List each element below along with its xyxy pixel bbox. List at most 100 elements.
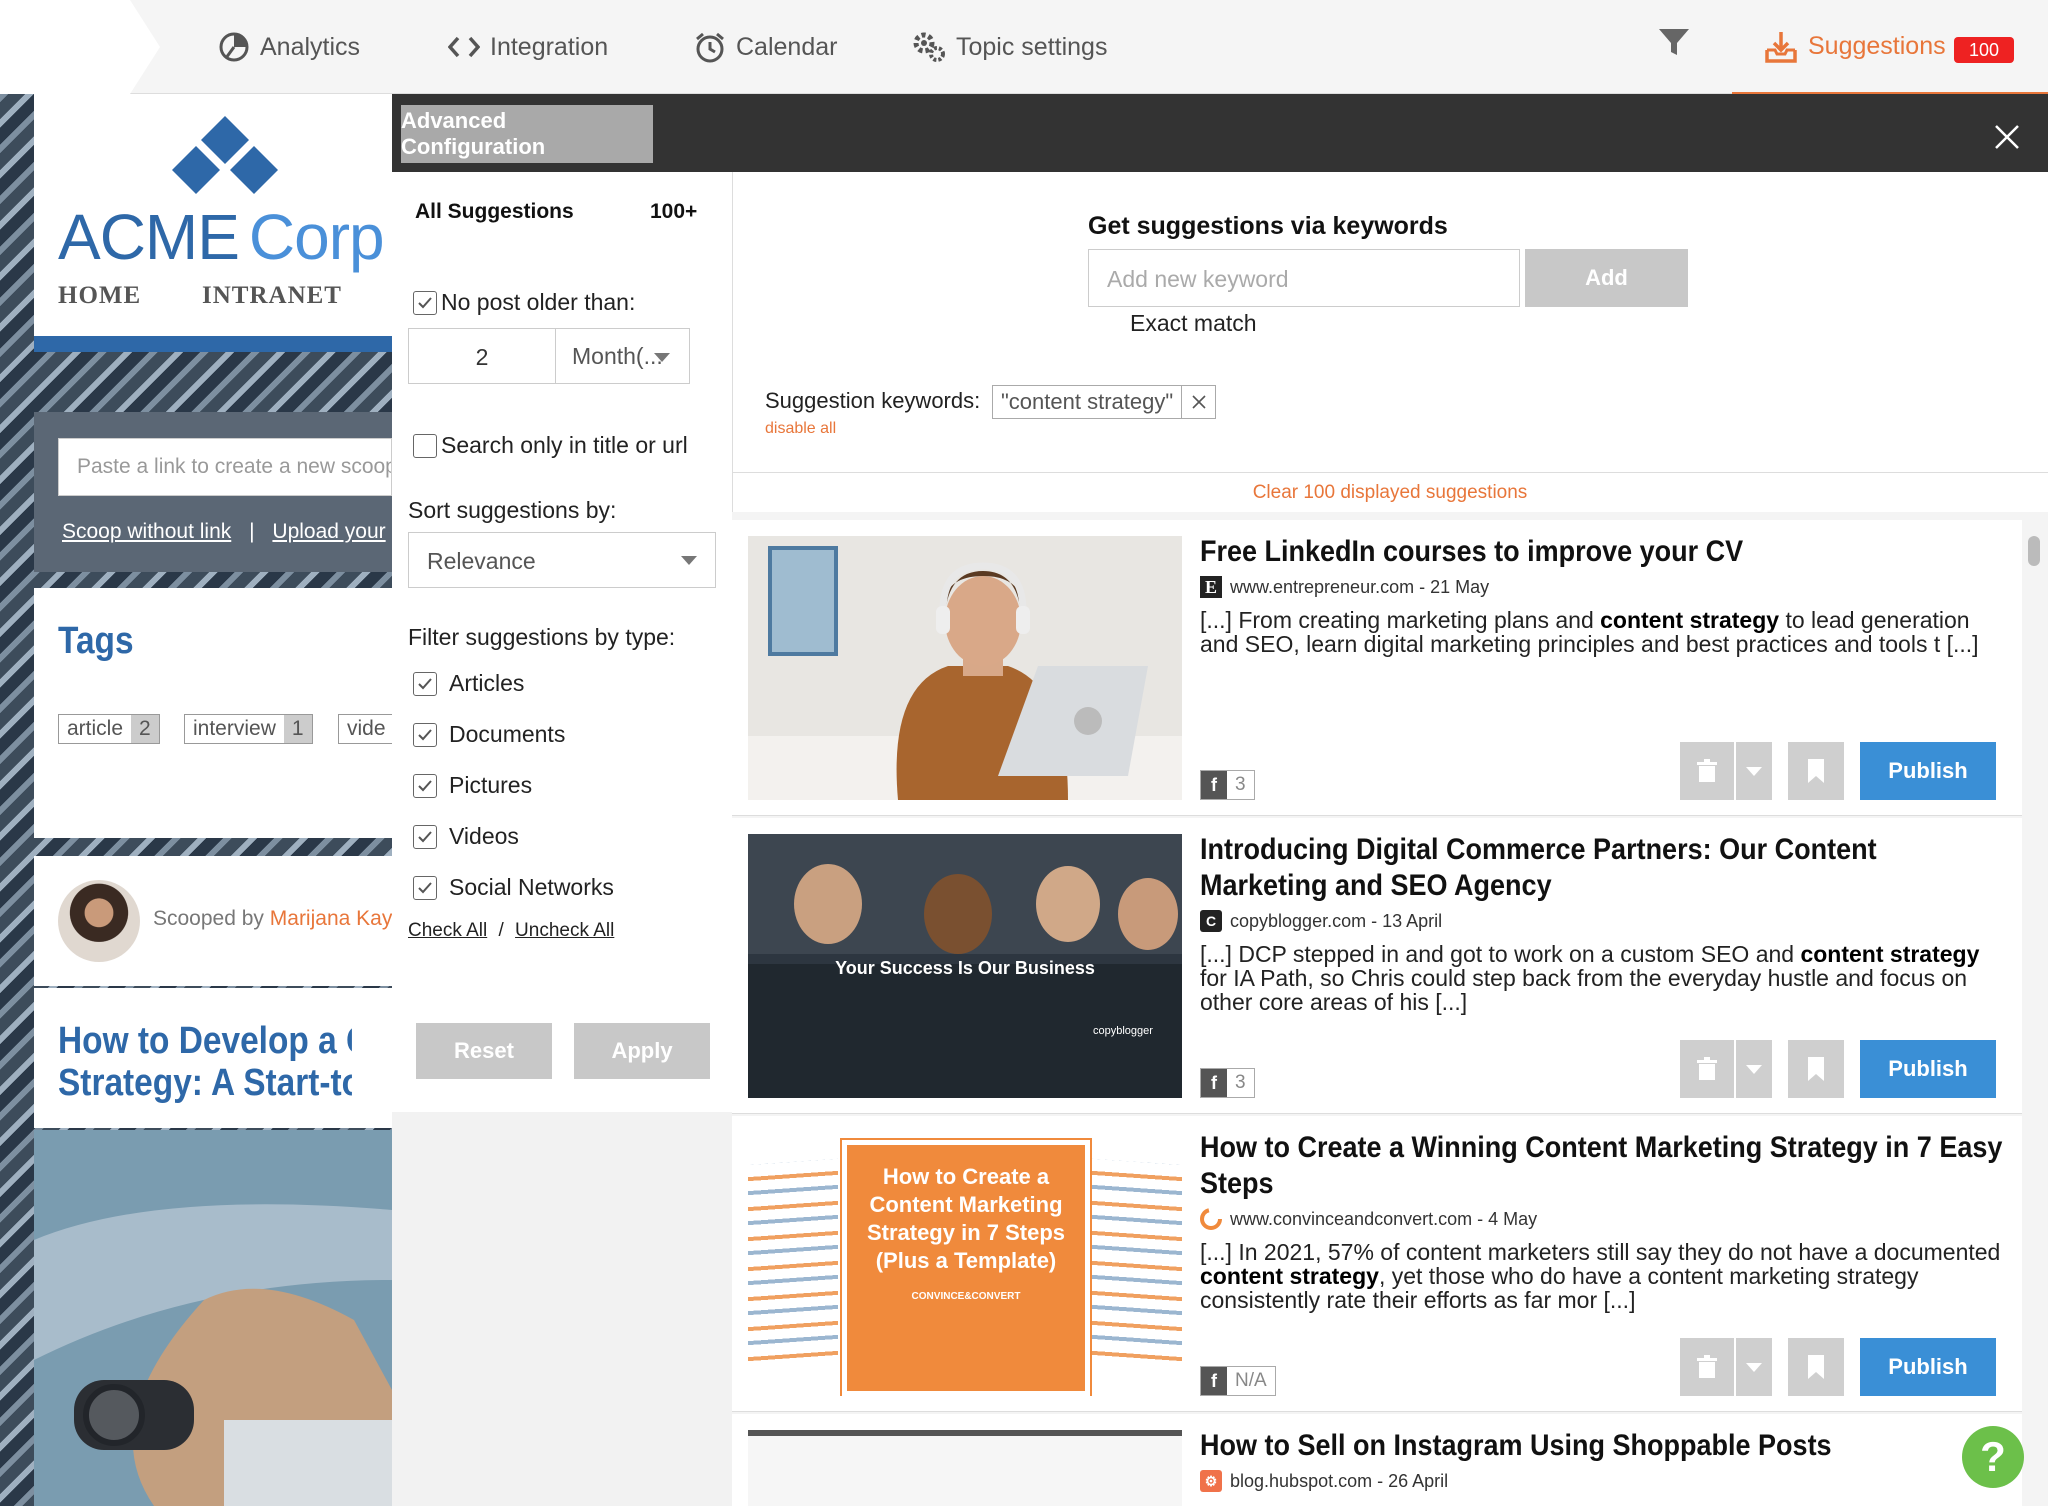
checkbox-videos[interactable] (413, 824, 437, 849)
tag-chip[interactable]: article 2 (58, 714, 160, 744)
suggestion-title[interactable]: How to Sell on Instagram Using Shoppable… (1200, 1428, 2006, 1464)
nav-topic-settings[interactable]: Topic settings (912, 22, 1107, 72)
curator-name[interactable]: Marijana Kay (270, 907, 393, 930)
keyword-input[interactable]: Add new keyword (1088, 249, 1520, 307)
more-options-button[interactable] (1736, 742, 1772, 800)
source-text[interactable]: www.convinceandconvert.com - 4 May (1230, 1209, 1537, 1230)
tag-count: 1 (283, 715, 312, 743)
tag-label: vide (347, 717, 386, 740)
nav-analytics-label: Analytics (260, 32, 361, 61)
no-post-older-checkbox[interactable] (413, 290, 437, 315)
delete-button[interactable] (1680, 1040, 1734, 1098)
template-page-right (1092, 1158, 1182, 1366)
sort-select[interactable]: Relevance (408, 532, 716, 588)
delete-button[interactable] (1680, 1338, 1734, 1396)
nav-integration[interactable]: Integration (448, 22, 608, 72)
bookmark-button[interactable] (1788, 742, 1844, 800)
checkbox-articles[interactable] (413, 671, 437, 696)
search-title-url-label: Search only in title or url (441, 432, 688, 458)
alarm-clock-icon (696, 32, 724, 63)
check-uncheck-links: Check All / Uncheck All (408, 920, 614, 942)
trash-icon (1697, 759, 1717, 782)
suggestion-source: ⚙ blog.hubspot.com - 26 April (1200, 1470, 1448, 1492)
bookmark-button[interactable] (1788, 1338, 1844, 1396)
disable-all-link[interactable]: disable all (765, 420, 836, 438)
keywords-divider (732, 472, 2048, 473)
suggestion-title[interactable]: How to Create a Winning Content Marketin… (1200, 1130, 2006, 1202)
apply-button[interactable]: Apply (574, 1023, 710, 1079)
type-filter-pictures[interactable]: Pictures (413, 772, 532, 799)
suggestion-title[interactable]: Introducing Digital Commerce Partners: O… (1200, 832, 2006, 904)
logo-corp: Corp (248, 201, 385, 273)
logo-intranet[interactable]: INTRANET (202, 282, 342, 310)
type-filter-videos[interactable]: Videos (413, 823, 519, 850)
logo-home[interactable]: HOME (58, 282, 141, 310)
advanced-configuration-button[interactable]: Advanced Configuration (401, 105, 653, 163)
checkbox-social-networks[interactable] (413, 875, 437, 900)
paste-link-input[interactable]: Paste a link to create a new scoop (58, 438, 392, 496)
tag-chip[interactable]: vide (338, 714, 392, 744)
scooped-by-text: Scooped by Marijana Kay (153, 907, 392, 931)
logo-wordmark: ACME Corp (58, 200, 385, 274)
delete-button[interactable] (1680, 742, 1734, 800)
nav-calendar-label: Calendar (736, 32, 838, 61)
thumbnail-brand: CONVINCE&CONVERT (911, 1291, 1021, 1302)
link-separator: | (249, 520, 255, 543)
suggestions-scrollbar[interactable] (2028, 536, 2040, 566)
search-title-url-checkbox[interactable] (413, 433, 437, 458)
age-number-input[interactable]: 2 (408, 328, 556, 384)
publish-button[interactable]: Publish (1860, 742, 1996, 800)
source-text[interactable]: blog.hubspot.com - 26 April (1230, 1471, 1448, 1492)
uncheck-all-link[interactable]: Uncheck All (515, 920, 614, 941)
clear-suggestions-link[interactable]: Clear 100 displayed suggestions (732, 482, 2048, 504)
nav-suggestions-tab[interactable]: Suggestions 100 (1732, 0, 2048, 97)
article-title[interactable]: How to Develop a Co Strategy: A Start-to… (58, 1020, 352, 1104)
checkbox-pictures[interactable] (413, 773, 437, 798)
keywords-title: Get suggestions via keywords (1088, 212, 1448, 240)
sort-value: Relevance (427, 548, 536, 574)
type-filter-articles[interactable]: Articles (413, 670, 524, 697)
nav-calendar[interactable]: Calendar (694, 22, 837, 72)
type-label: Videos (449, 823, 519, 849)
upload-link[interactable]: Upload your (272, 520, 385, 543)
help-button[interactable]: ? (1962, 1426, 2024, 1488)
exact-match-label[interactable]: Exact match (1130, 310, 1257, 337)
suggestion-thumbnail[interactable] (748, 1430, 1182, 1506)
close-icon[interactable] (1990, 120, 2024, 154)
age-unit-select[interactable]: Month(... (556, 328, 690, 384)
source-text[interactable]: copyblogger.com - 13 April (1230, 911, 1442, 932)
nav-topic-settings-label: Topic settings (956, 32, 1108, 61)
scoop-without-link[interactable]: Scoop without link (62, 520, 231, 543)
suggestion-thumbnail[interactable] (748, 536, 1182, 800)
more-options-button[interactable] (1736, 1338, 1772, 1396)
tag-chip[interactable]: interview 1 (184, 714, 313, 744)
funnel-filter-icon[interactable] (1656, 24, 1692, 60)
publish-button[interactable]: Publish (1860, 1040, 1996, 1098)
publish-button[interactable]: Publish (1860, 1338, 1996, 1396)
type-filter-social-networks[interactable]: Social Networks (413, 874, 614, 901)
excerpt-text: [...] DCP stepped in and got to work on … (1200, 941, 1801, 967)
source-text[interactable]: www.entrepreneur.com - 21 May (1230, 577, 1489, 598)
suggestion-thumbnail[interactable]: How to Create a Content Marketing Strate… (748, 1132, 1182, 1396)
reset-button[interactable]: Reset (416, 1023, 552, 1079)
inbox-download-icon (1765, 32, 1797, 63)
nav-suggestions-label: Suggestions (1808, 32, 1946, 60)
suggestion-thumbnail[interactable]: Your Success Is Our Business copyblogger (748, 834, 1182, 1098)
suggestion-title[interactable]: Free LinkedIn courses to improve your CV (1200, 534, 2006, 570)
nav-analytics[interactable]: Analytics (218, 22, 360, 72)
bookmark-icon (1808, 1355, 1824, 1379)
add-keyword-button[interactable]: Add (1525, 249, 1688, 307)
bookmark-button[interactable] (1788, 1040, 1844, 1098)
all-suggestions-count: 100+ (650, 200, 698, 223)
type-label: Social Networks (449, 874, 614, 900)
no-post-older-option[interactable]: No post older than: (413, 289, 635, 316)
remove-keyword-icon[interactable] (1181, 386, 1215, 418)
excerpt-text: [...] From creating marketing plans and (1200, 607, 1601, 633)
all-suggestions-label[interactable]: All Suggestions (415, 200, 574, 224)
search-title-url-option[interactable]: Search only in title or url (413, 432, 688, 459)
suggestion-excerpt: [...] In 2021, 57% of content marketers … (1200, 1240, 2006, 1312)
type-filter-documents[interactable]: Documents (413, 721, 565, 748)
more-options-button[interactable] (1736, 1040, 1772, 1098)
check-all-link[interactable]: Check All (408, 920, 487, 941)
checkbox-documents[interactable] (413, 722, 437, 747)
